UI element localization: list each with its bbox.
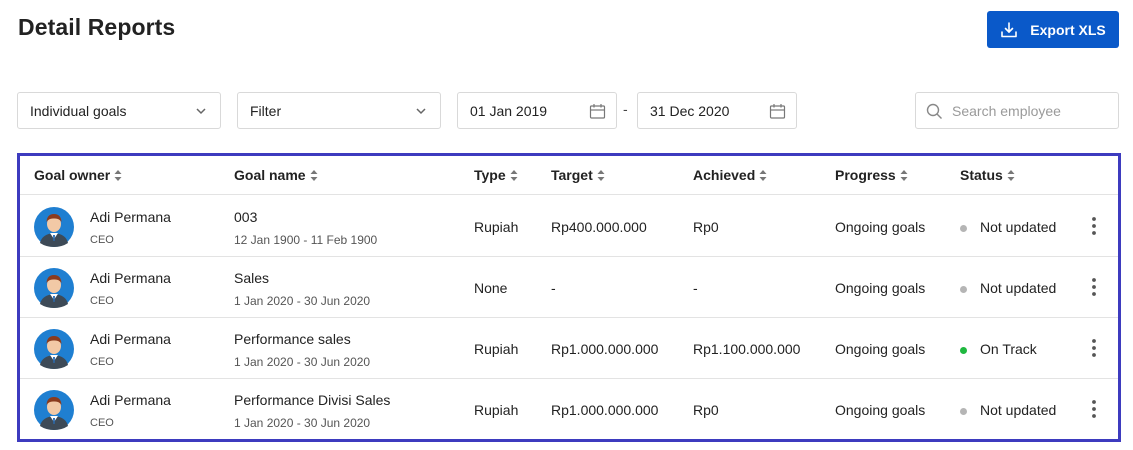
avatar xyxy=(34,268,74,308)
goal-name: Sales xyxy=(234,270,270,286)
table-row[interactable]: Adi Permana CEO Performance sales 1 Jan … xyxy=(20,318,1118,379)
col-label: Status xyxy=(960,167,1003,183)
chevron-down-icon xyxy=(196,108,206,115)
col-goal-name[interactable]: Goal name xyxy=(234,167,318,183)
chevron-down-icon xyxy=(416,108,426,115)
date-end-input[interactable]: 31 Dec 2020 xyxy=(637,92,797,129)
goal-period: 12 Jan 1900 - 11 Feb 1900 xyxy=(234,233,378,247)
table-row[interactable]: Adi Permana CEO Sales 1 Jan 2020 - 30 Ju… xyxy=(20,257,1118,318)
filter-dropdown[interactable]: Filter xyxy=(237,92,441,129)
status-dot xyxy=(960,225,967,232)
col-status[interactable]: Status xyxy=(960,167,1015,183)
status-dot xyxy=(960,286,967,293)
sort-icon xyxy=(510,169,518,181)
goal-name: 003 xyxy=(234,209,258,225)
goal-target: Rp1.000.000.000 xyxy=(551,341,659,357)
goal-period: 1 Jan 2020 - 30 Jun 2020 xyxy=(234,416,371,430)
sort-icon xyxy=(597,169,605,181)
sort-icon xyxy=(114,169,122,181)
goal-target: Rp1.000.000.000 xyxy=(551,402,659,418)
col-label: Progress xyxy=(835,167,896,183)
more-options-icon[interactable] xyxy=(1088,336,1100,360)
filter-bar: Individual goals Filter 01 Jan 2019 - 31… xyxy=(0,92,1133,130)
goal-type: Rupiah xyxy=(474,219,519,235)
owner-role: CEO xyxy=(90,417,114,429)
owner-name: Adi Permana xyxy=(90,392,171,408)
status-dot xyxy=(960,408,967,415)
col-goal-owner[interactable]: Goal owner xyxy=(34,167,122,183)
goal-status: On Track xyxy=(980,341,1037,357)
goal-status: Not updated xyxy=(980,219,1057,235)
goal-achieved: Rp0 xyxy=(693,402,719,418)
search-placeholder: Search employee xyxy=(952,102,1061,119)
date-end-value: 31 Dec 2020 xyxy=(650,102,730,119)
more-options-icon[interactable] xyxy=(1088,397,1100,421)
goal-status: Not updated xyxy=(980,402,1057,418)
more-options-icon[interactable] xyxy=(1088,214,1100,238)
export-button-label: Export XLS xyxy=(1030,21,1106,38)
avatar xyxy=(34,390,74,430)
goal-target: - xyxy=(551,280,556,296)
goal-name: Performance Divisi Sales xyxy=(234,392,391,408)
goal-progress: Ongoing goals xyxy=(835,219,926,235)
goal-achieved: Rp1.100.000.000 xyxy=(693,341,801,357)
page-title: Detail Reports xyxy=(18,14,176,40)
search-employee-input[interactable]: Search employee xyxy=(915,92,1119,129)
goal-name: Performance sales xyxy=(234,331,351,347)
col-label: Achieved xyxy=(693,167,756,183)
date-range-separator: - xyxy=(623,101,628,117)
col-label: Type xyxy=(474,167,506,183)
table-row[interactable]: Adi Permana CEO 003 12 Jan 1900 - 11 Feb… xyxy=(20,196,1118,257)
download-icon xyxy=(1000,21,1018,39)
goal-target: Rp400.000.000 xyxy=(551,219,647,235)
col-label: Goal name xyxy=(234,167,306,183)
owner-name: Adi Permana xyxy=(90,331,171,347)
goal-period: 1 Jan 2020 - 30 Jun 2020 xyxy=(234,355,371,369)
goal-period: 1 Jan 2020 - 30 Jun 2020 xyxy=(234,294,371,308)
owner-name: Adi Permana xyxy=(90,209,171,225)
goal-achieved: - xyxy=(693,280,698,296)
sort-icon xyxy=(1007,169,1015,181)
goal-achieved: Rp0 xyxy=(693,219,719,235)
date-start-input[interactable]: 01 Jan 2019 xyxy=(457,92,617,129)
sort-icon xyxy=(900,169,908,181)
col-label: Goal owner xyxy=(34,167,111,183)
date-start-value: 01 Jan 2019 xyxy=(470,102,548,119)
goal-type: Rupiah xyxy=(474,402,519,418)
sort-icon xyxy=(310,169,318,181)
col-progress[interactable]: Progress xyxy=(835,167,908,183)
goal-type-dropdown[interactable]: Individual goals xyxy=(17,92,221,129)
goal-type-value: Individual goals xyxy=(30,102,127,119)
table-header: Goal owner Goal name Type Target Achieve… xyxy=(20,156,1118,195)
status-dot xyxy=(960,347,967,354)
col-type[interactable]: Type xyxy=(474,167,518,183)
calendar-icon xyxy=(589,104,606,119)
col-target[interactable]: Target xyxy=(551,167,605,183)
filter-value: Filter xyxy=(250,102,282,119)
sort-icon xyxy=(759,169,767,181)
export-xls-button[interactable]: Export XLS xyxy=(987,11,1119,48)
avatar xyxy=(34,329,74,369)
owner-role: CEO xyxy=(90,234,114,246)
goal-progress: Ongoing goals xyxy=(835,341,926,357)
col-achieved[interactable]: Achieved xyxy=(693,167,767,183)
goal-type: None xyxy=(474,280,508,296)
goal-type: Rupiah xyxy=(474,341,519,357)
owner-role: CEO xyxy=(90,295,114,307)
owner-name: Adi Permana xyxy=(90,270,171,286)
owner-role: CEO xyxy=(90,356,114,368)
avatar xyxy=(34,207,74,247)
goal-progress: Ongoing goals xyxy=(835,280,926,296)
search-icon xyxy=(926,103,942,119)
calendar-icon xyxy=(769,104,786,119)
table-row[interactable]: Adi Permana CEO Performance Divisi Sales… xyxy=(20,379,1118,440)
goal-status: Not updated xyxy=(980,280,1057,296)
detail-report-table: Goal owner Goal name Type Target Achieve… xyxy=(17,153,1121,442)
goal-progress: Ongoing goals xyxy=(835,402,926,418)
col-label: Target xyxy=(551,167,593,183)
more-options-icon[interactable] xyxy=(1088,275,1100,299)
